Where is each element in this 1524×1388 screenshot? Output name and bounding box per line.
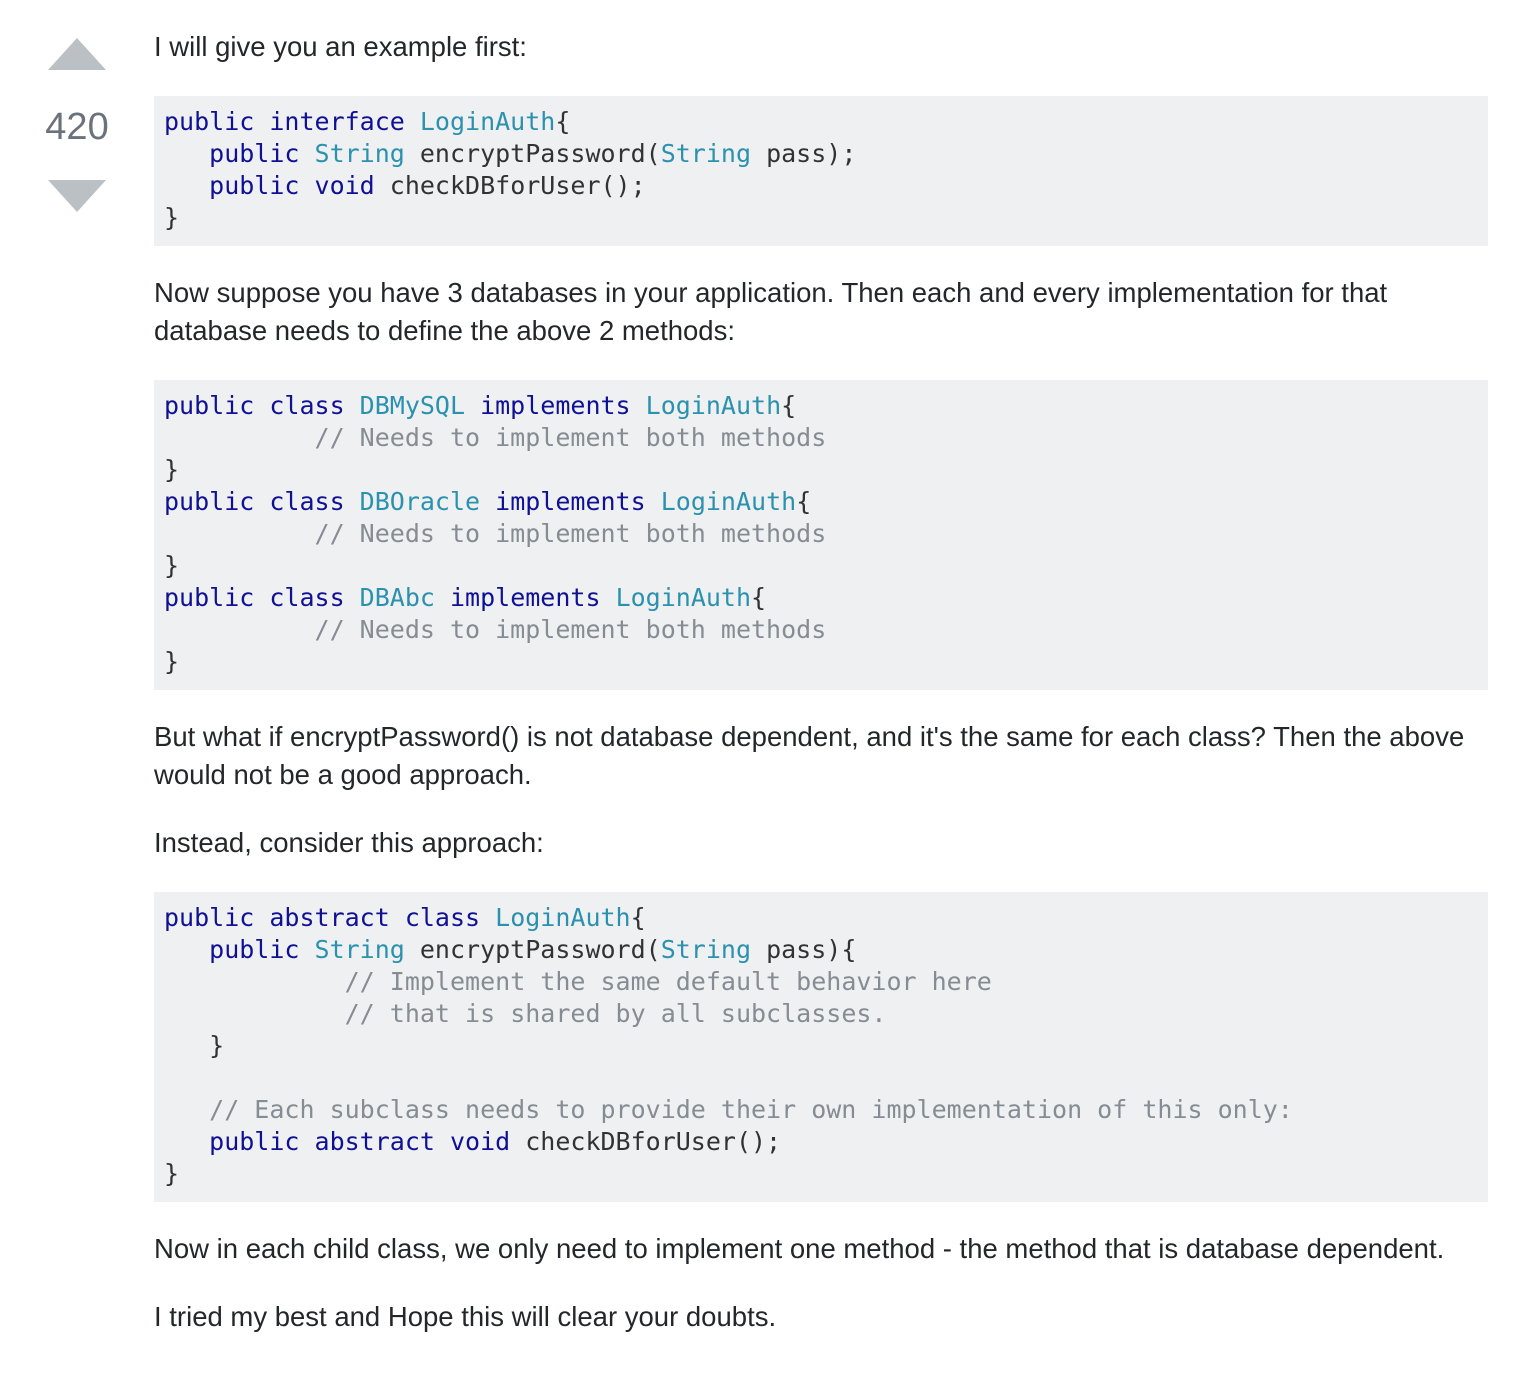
- code-type: LoginAuth: [645, 391, 782, 420]
- code-text: {: [781, 391, 797, 420]
- code-keyword: implements: [465, 391, 646, 420]
- code-text: }: [164, 1159, 180, 1188]
- answer-body: I will give you an example first: public…: [154, 28, 1488, 1336]
- code-keyword: public class: [164, 583, 360, 612]
- code-type: String: [314, 139, 405, 168]
- answer-paragraph-problem: But what if encryptPassword() is not dat…: [154, 721, 1465, 790]
- code-block-interface: public interface LoginAuth{ public Strin…: [154, 96, 1488, 246]
- code-keyword: public: [209, 935, 315, 964]
- code-block-abstract-class: public abstract class LoginAuth{ public …: [154, 892, 1488, 1202]
- answer-paragraph-child-class: Now in each child class, we only need to…: [154, 1233, 1445, 1264]
- code-text: }: [164, 455, 180, 484]
- downvote-arrow-icon[interactable]: [48, 180, 106, 212]
- code-text: }: [164, 1031, 225, 1060]
- code-text: {: [630, 903, 646, 932]
- code-type: String: [660, 935, 752, 964]
- code-line: public void checkDBforUser();: [164, 171, 646, 200]
- answer-paragraph-databases: Now suppose you have 3 databases in your…: [154, 277, 1388, 346]
- code-line: }: [164, 1159, 179, 1188]
- code-block-implementations: public class DBMySQL implements LoginAut…: [154, 380, 1488, 690]
- code-line: // Needs to implement both methods: [164, 423, 827, 452]
- code-line: // Each subclass needs to provide their …: [164, 1095, 1293, 1124]
- code-line: // Needs to implement both methods: [164, 615, 827, 644]
- code-comment: // Needs to implement both methods: [314, 615, 827, 644]
- answer-paragraph-closing: I tried my best and Hope this will clear…: [154, 1301, 777, 1332]
- code-comment: // that is shared by all subclasses.: [344, 999, 887, 1028]
- vote-count: 420: [45, 106, 109, 148]
- code-text: encryptPassword(: [404, 935, 661, 964]
- code-line: }: [164, 1031, 224, 1060]
- code-text: }: [164, 647, 180, 676]
- code-keyword: public void: [209, 171, 390, 200]
- code-text: checkDBforUser();: [525, 1127, 782, 1156]
- code-type: DBOracle: [359, 487, 481, 516]
- code-keyword: public class: [164, 487, 360, 516]
- code-keyword: public interface: [164, 107, 420, 136]
- code-comment: // Needs to implement both methods: [314, 519, 827, 548]
- vote-controls: 420: [38, 38, 116, 212]
- code-text: {: [796, 487, 812, 516]
- code-keyword: public: [209, 139, 315, 168]
- code-line: public class DBAbc implements LoginAuth{: [164, 583, 766, 612]
- code-line: public class DBMySQL implements LoginAut…: [164, 391, 796, 420]
- code-keyword: public abstract void: [209, 1127, 526, 1156]
- code-keyword: implements: [480, 487, 661, 516]
- code-type: String: [314, 935, 405, 964]
- code-text: encryptPassword(: [404, 139, 661, 168]
- code-comment: // Implement the same default behavior h…: [344, 967, 992, 996]
- code-text: pass){: [751, 935, 857, 964]
- code-type: DBAbc: [359, 583, 435, 612]
- code-comment: // Needs to implement both methods: [314, 423, 827, 452]
- code-line: // that is shared by all subclasses.: [164, 999, 887, 1028]
- code-line: }: [164, 455, 179, 484]
- upvote-arrow-icon[interactable]: [48, 38, 106, 70]
- code-line: }: [164, 647, 179, 676]
- code-text: checkDBforUser();: [389, 171, 646, 200]
- code-line: public String encryptPassword(String pas…: [164, 935, 856, 964]
- code-text: {: [751, 583, 767, 612]
- answer-paragraph-instead: Instead, consider this approach:: [154, 827, 544, 858]
- code-line: }: [164, 551, 179, 580]
- code-comment: // Each subclass needs to provide their …: [209, 1095, 1293, 1124]
- code-line: public abstract void checkDBforUser();: [164, 1127, 781, 1156]
- code-text: {: [555, 107, 571, 136]
- code-line: // Implement the same default behavior h…: [164, 967, 992, 996]
- code-text: }: [164, 551, 180, 580]
- answer-paragraph-intro: I will give you an example first:: [154, 31, 527, 62]
- code-type: LoginAuth: [495, 903, 631, 932]
- code-type: String: [660, 139, 752, 168]
- code-line: public abstract class LoginAuth{: [164, 903, 646, 932]
- code-line: // Needs to implement both methods: [164, 519, 827, 548]
- code-type: DBMySQL: [359, 391, 466, 420]
- code-text: }: [164, 203, 180, 232]
- code-line: public interface LoginAuth{: [164, 107, 570, 136]
- code-text: pass);: [751, 139, 857, 168]
- code-keyword: public class: [164, 391, 360, 420]
- code-type: LoginAuth: [660, 487, 797, 516]
- code-line: public class DBOracle implements LoginAu…: [164, 487, 811, 516]
- code-line: public String encryptPassword(String pas…: [164, 139, 856, 168]
- code-keyword: implements: [434, 583, 616, 612]
- code-type: LoginAuth: [419, 107, 556, 136]
- code-keyword: public abstract class: [164, 903, 496, 932]
- code-line: }: [164, 203, 179, 232]
- code-type: LoginAuth: [615, 583, 752, 612]
